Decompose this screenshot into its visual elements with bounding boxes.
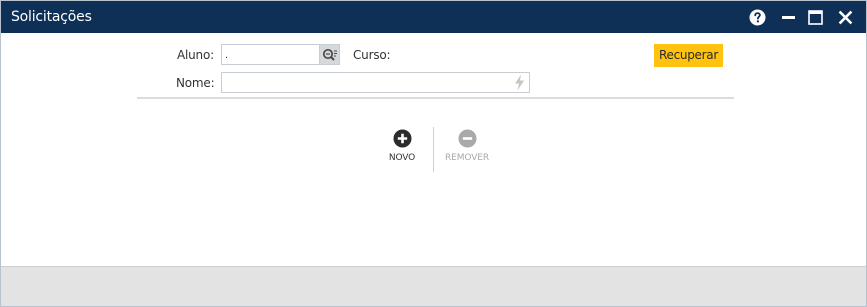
minimize-icon[interactable] [780, 9, 797, 26]
form-divider [137, 97, 734, 99]
nome-label: Nome: [176, 76, 215, 90]
title-bar: Solicitações [1, 1, 866, 33]
plus-circle-icon [393, 129, 411, 148]
action-separator [433, 127, 434, 172]
search-lookup-icon[interactable] [319, 44, 340, 65]
footer-bar [1, 266, 866, 306]
remover-label: REMOVER [444, 153, 490, 163]
close-icon[interactable] [837, 9, 854, 26]
lightning-bolt-icon [514, 74, 525, 91]
maximize-icon[interactable] [807, 9, 824, 26]
recuperar-button[interactable]: Recuperar [654, 44, 723, 67]
novo-button[interactable]: NOVO [372, 129, 432, 163]
remover-button[interactable]: REMOVER [437, 129, 497, 163]
novo-label: NOVO [388, 153, 416, 163]
window-title: Solicitações [11, 9, 92, 25]
minus-circle-icon [458, 129, 476, 148]
curso-label: Curso: [353, 48, 391, 62]
nome-input[interactable] [221, 72, 530, 93]
aluno-input[interactable] [221, 44, 320, 65]
aluno-label: Aluno: [177, 48, 214, 62]
help-icon[interactable] [749, 9, 766, 26]
solicitacoes-window: Solicitações Aluno: . Curso: Nome: Recup… [0, 0, 867, 307]
